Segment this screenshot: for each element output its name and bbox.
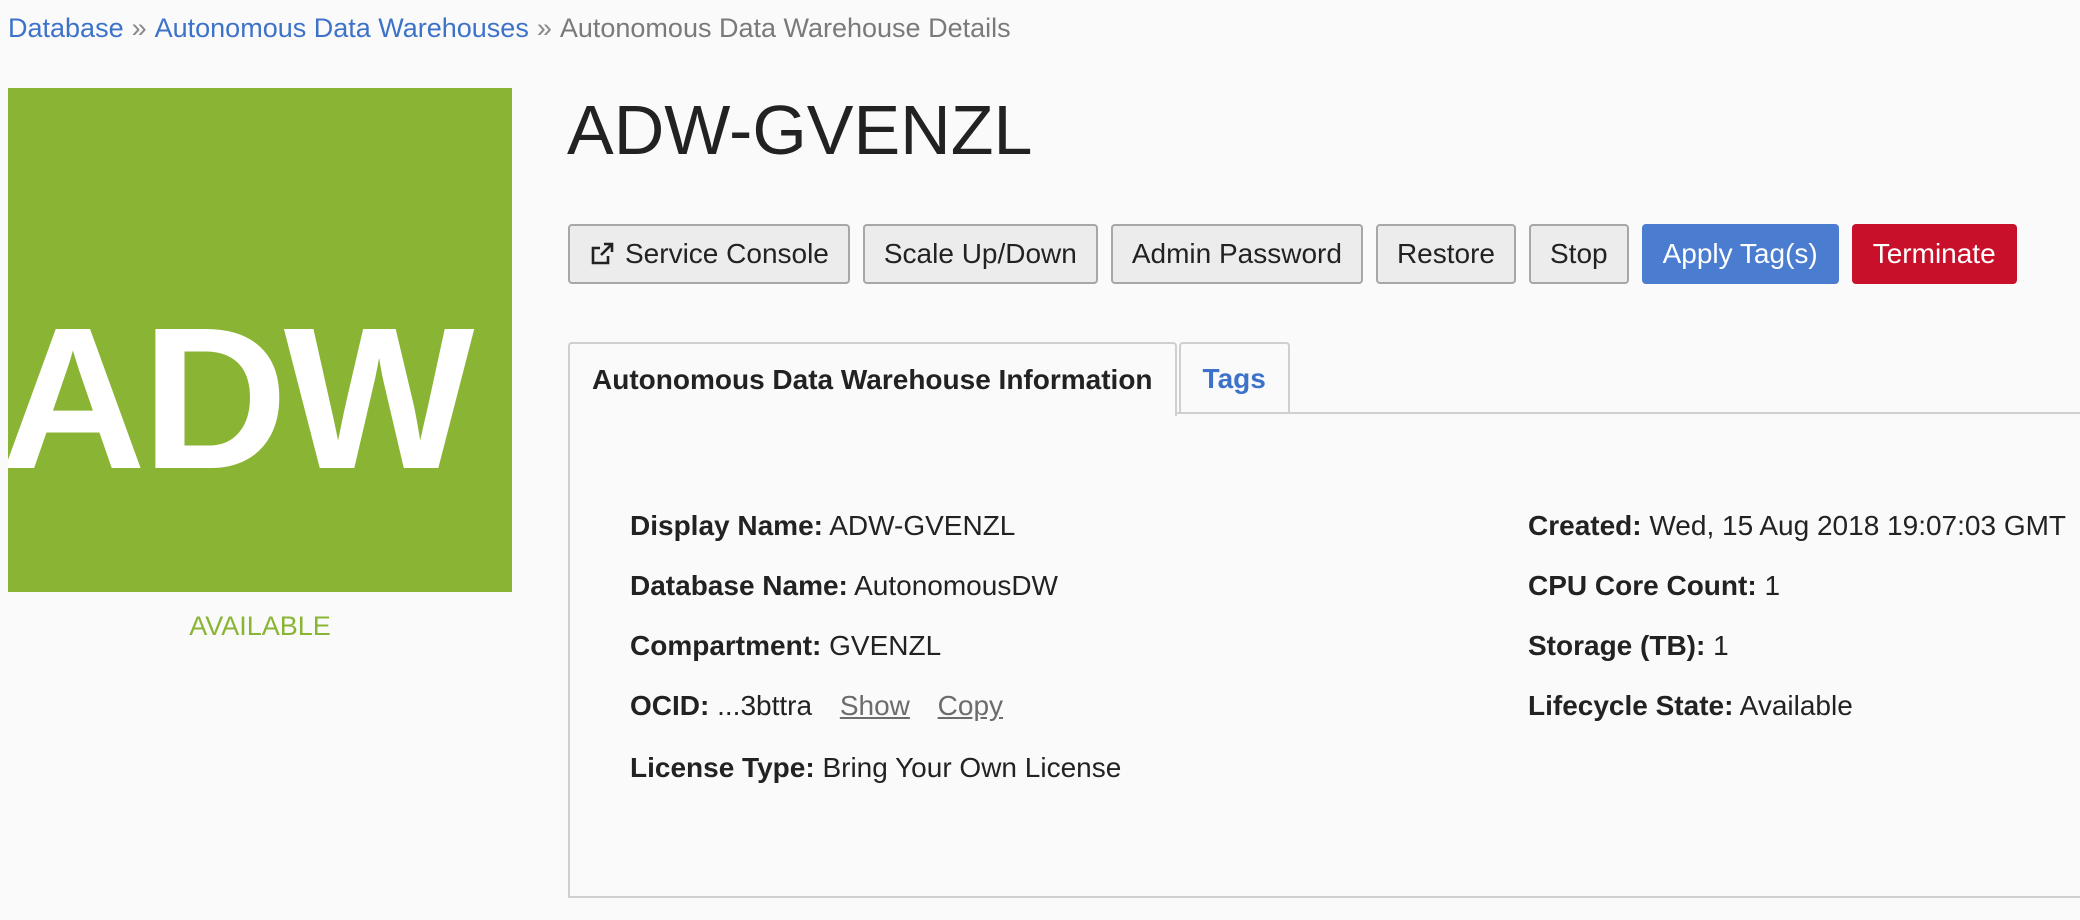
display-name-field: Display Name: ADW-GVENZL (630, 508, 1015, 544)
cpu-core-count-label: CPU Core Count: (1528, 570, 1757, 601)
database-name-label: Database Name: (630, 570, 848, 601)
tab-autonomous-data-warehouse-information[interactable]: Autonomous Data Warehouse Information (568, 342, 1177, 416)
cpu-core-count-value: 1 (1764, 570, 1781, 601)
tab-bar: Autonomous Data Warehouse Information Ta… (568, 342, 1290, 416)
action-toolbar: Service Console Scale Up/Down Admin Pass… (568, 224, 2030, 284)
created-label: Created: (1528, 510, 1642, 541)
license-type-value: Bring Your Own License (822, 752, 1122, 783)
license-type-label: License Type: (630, 752, 815, 783)
admin-password-button[interactable]: Admin Password (1110, 224, 1363, 284)
service-console-label: Service Console (625, 238, 829, 269)
breadcrumb-link-database[interactable]: Database (8, 13, 124, 43)
ocid-show-link[interactable]: Show (840, 690, 910, 721)
compartment-field: Compartment: GVENZL (630, 628, 941, 664)
apply-tags-button[interactable]: Apply Tag(s) (1641, 224, 1839, 284)
compartment-label: Compartment: (630, 630, 822, 661)
cpu-core-count-field: CPU Core Count: 1 (1528, 568, 1780, 604)
service-console-button[interactable]: Service Console (568, 224, 850, 284)
page-title: ADW-GVENZL (567, 91, 1033, 169)
scale-up-down-button[interactable]: Scale Up/Down (862, 224, 1098, 284)
display-name-value: ADW-GVENZL (829, 510, 1016, 541)
ocid-copy-link[interactable]: Copy (938, 690, 1003, 721)
stop-button[interactable]: Stop (1529, 224, 1629, 284)
external-link-icon (589, 241, 615, 267)
resource-badge: ADW (8, 88, 512, 592)
details-panel: Display Name: ADW-GVENZL Database Name: … (568, 412, 2080, 898)
lifecycle-state-label: Lifecycle State: (1528, 690, 1734, 721)
resource-badge-text: ADW (8, 285, 474, 511)
breadcrumb-separator: » (131, 13, 147, 43)
breadcrumb-link-autonomous-data-warehouses[interactable]: Autonomous Data Warehouses (155, 13, 529, 43)
database-name-value: AutonomousDW (854, 570, 1058, 601)
created-field: Created: Wed, 15 Aug 2018 19:07:03 GMT (1528, 508, 2066, 544)
database-name-field: Database Name: AutonomousDW (630, 568, 1058, 604)
license-type-field: License Type: Bring Your Own License (630, 750, 1121, 786)
lifecycle-state-field: Lifecycle State: Available (1528, 688, 1853, 724)
ocid-value: ...3bttra (717, 690, 813, 721)
terminate-button[interactable]: Terminate (1851, 224, 2017, 284)
display-name-label: Display Name: (630, 510, 823, 541)
created-value: Wed, 15 Aug 2018 19:07:03 GMT (1649, 510, 2067, 541)
breadcrumb-separator: » (536, 13, 552, 43)
storage-label: Storage (TB): (1528, 630, 1706, 661)
storage-field: Storage (TB): 1 (1528, 628, 1729, 664)
status-label: AVAILABLE (189, 611, 331, 641)
ocid-field: OCID: ...3bttra Show Copy (630, 688, 1003, 724)
breadcrumb-current: Autonomous Data Warehouse Details (559, 13, 1011, 43)
compartment-value: GVENZL (829, 630, 942, 661)
tab-tags[interactable]: Tags (1178, 342, 1290, 414)
ocid-label: OCID: (630, 690, 710, 721)
storage-value: 1 (1713, 630, 1729, 661)
breadcrumb: Database» Autonomous Data Warehouses» Auto… (8, 10, 1011, 46)
restore-button[interactable]: Restore (1375, 224, 1516, 284)
lifecycle-state-value: Available (1739, 690, 1853, 721)
